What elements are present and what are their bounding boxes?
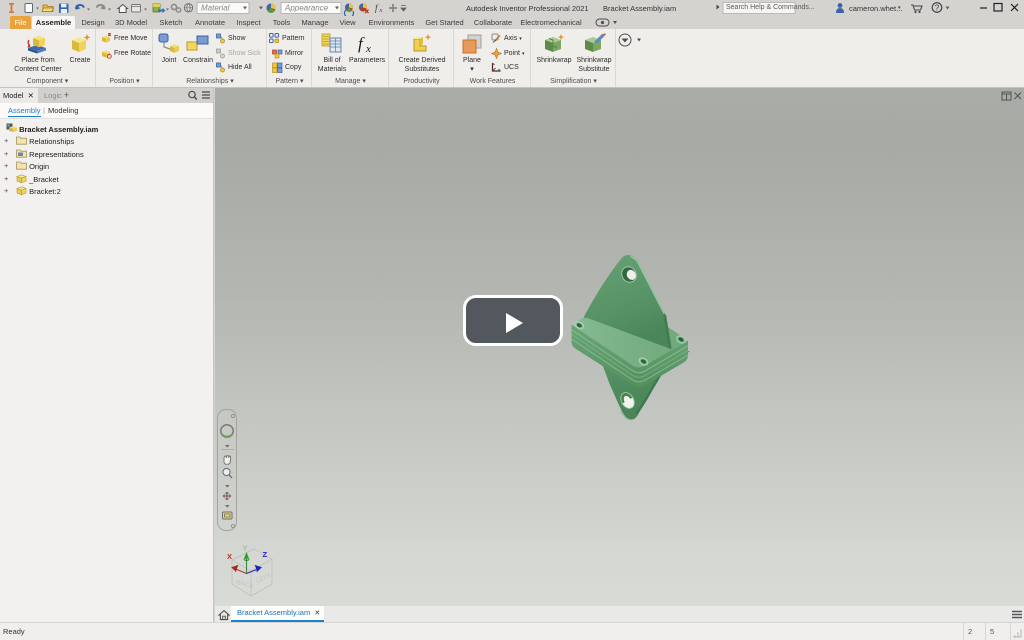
svg-text:BACK: BACK [236, 579, 256, 590]
svg-text:Y: Y [243, 544, 248, 553]
svg-text:X: X [227, 552, 232, 561]
svg-text:?: ? [935, 4, 940, 13]
svg-text:Z: Z [263, 550, 268, 559]
svg-text:f: f [375, 3, 379, 13]
svg-text:x: x [365, 43, 371, 55]
svg-text:f: f [358, 34, 365, 53]
svg-text:x: x [379, 7, 383, 14]
svg-text:LEFT: LEFT [255, 572, 272, 584]
svg-text:Material: Material [201, 4, 230, 13]
svg-text:Appearance: Appearance [284, 4, 329, 13]
